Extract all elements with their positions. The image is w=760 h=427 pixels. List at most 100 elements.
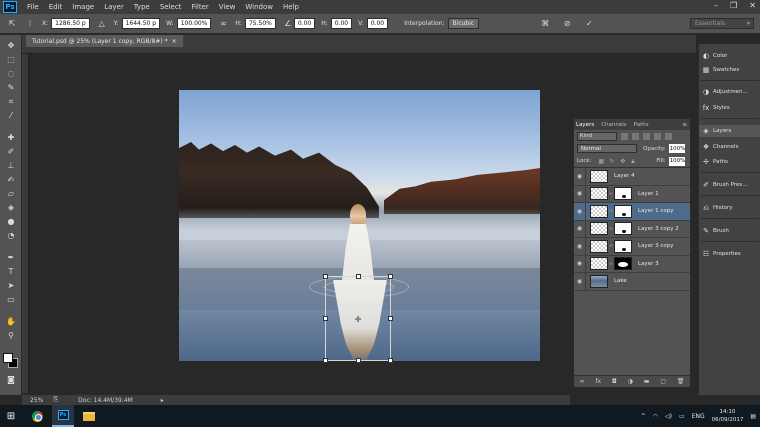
layer-mask-thumbnail[interactable] bbox=[614, 222, 632, 236]
menu-help[interactable]: Help bbox=[283, 3, 299, 11]
lock-all-icon[interactable]: 🔒︎ bbox=[631, 158, 638, 165]
clock[interactable]: 14:10 06/09/2017 bbox=[712, 408, 744, 424]
menu-view[interactable]: View bbox=[219, 3, 236, 11]
visibility-eye-icon[interactable]: ◉ bbox=[574, 185, 586, 203]
dock-item-color[interactable]: ◐ Color bbox=[699, 50, 760, 62]
free-transform-box[interactable]: ✛ bbox=[323, 274, 393, 363]
new-layer-icon[interactable]: ▢ bbox=[660, 378, 666, 385]
height-input[interactable]: 75.50% bbox=[244, 18, 276, 29]
reference-point-crosshair-icon[interactable]: ✛ bbox=[354, 316, 362, 324]
v-skew-input[interactable]: 0.00 bbox=[366, 18, 389, 29]
layer-row[interactable]: ◉ ∞ Layer 3 copy 2 bbox=[574, 220, 690, 238]
tab-layers[interactable]: Layers bbox=[576, 122, 594, 128]
minimize-button[interactable]: – bbox=[714, 1, 718, 10]
y-position-input[interactable]: 1644.50 p bbox=[121, 18, 161, 29]
layer-thumbnail[interactable] bbox=[590, 204, 608, 218]
lasso-tool-icon[interactable]: ◌ bbox=[4, 67, 18, 80]
angle-input[interactable]: 0.00 bbox=[293, 18, 316, 29]
type-tool-icon[interactable]: T bbox=[4, 265, 18, 278]
adjustment-layer-icon[interactable]: ◑ bbox=[628, 378, 633, 385]
transform-handle-top[interactable] bbox=[356, 274, 361, 279]
eraser-tool-icon[interactable]: ▱ bbox=[4, 187, 18, 200]
shape-filter-icon[interactable] bbox=[654, 132, 661, 140]
dock-item-swatches[interactable]: ▦ Swatches bbox=[699, 64, 760, 76]
layer-row[interactable]: ◉ ∞ Layer 1 bbox=[574, 185, 690, 203]
layer-row[interactable]: ◉ ∞ Layer 1 copy bbox=[574, 202, 690, 221]
hand-tool-icon[interactable]: ✋ bbox=[4, 315, 18, 328]
horizontal-ruler[interactable] bbox=[22, 47, 696, 54]
move-tool-preset-icon[interactable]: ⇱ bbox=[6, 18, 18, 30]
relative-position-icon[interactable]: △ bbox=[96, 18, 108, 30]
warp-mode-icon[interactable]: ⌘ bbox=[539, 18, 551, 30]
layer-row[interactable]: ◉ Lake bbox=[574, 272, 690, 291]
layer-thumbnail[interactable] bbox=[590, 169, 608, 183]
shape-tool-icon[interactable]: ▭ bbox=[4, 293, 18, 306]
commit-transform-icon[interactable]: ✓ bbox=[583, 18, 595, 30]
lock-position-icon[interactable]: ✥ bbox=[620, 158, 627, 165]
dock-item-history[interactable]: ⎌ History bbox=[699, 202, 760, 214]
adjustment-filter-icon[interactable] bbox=[632, 132, 639, 140]
quick-select-tool-icon[interactable]: ✎ bbox=[4, 81, 18, 94]
fill-input[interactable]: 100% bbox=[668, 156, 685, 166]
lock-image-icon[interactable]: ✎ bbox=[609, 158, 616, 165]
visibility-eye-icon[interactable]: ◉ bbox=[574, 237, 586, 255]
link-layers-icon[interactable]: ∞ bbox=[579, 378, 584, 385]
document-tab[interactable]: Tutorial.psd @ 25% (Layer 1 copy, RGB/8#… bbox=[26, 35, 183, 47]
visibility-eye-icon[interactable]: ◉ bbox=[574, 220, 586, 238]
transform-handle-top-right[interactable] bbox=[388, 274, 393, 279]
blur-tool-icon[interactable]: ● bbox=[4, 215, 18, 228]
cancel-transform-icon[interactable]: ⊘ bbox=[561, 18, 573, 30]
battery-icon[interactable]: ▭ bbox=[679, 413, 685, 420]
interpolation-select[interactable]: Bicubic bbox=[447, 18, 480, 29]
transform-handle-left[interactable] bbox=[323, 316, 328, 321]
new-group-icon[interactable]: ▬ bbox=[644, 378, 650, 385]
dock-item-brush[interactable]: ✎ Brush bbox=[699, 225, 760, 237]
dock-item-layers[interactable]: ◈ Layers bbox=[699, 125, 760, 137]
path-selection-tool-icon[interactable]: ➤ bbox=[4, 279, 18, 292]
delete-layer-icon[interactable]: 🗑︎ bbox=[677, 378, 685, 385]
width-input[interactable]: 100.00% bbox=[176, 18, 212, 29]
close-window-button[interactable]: ✕ bbox=[749, 1, 756, 10]
layer-thumbnail[interactable] bbox=[590, 222, 608, 236]
menu-select[interactable]: Select bbox=[160, 3, 182, 11]
volume-icon[interactable]: ◁) bbox=[665, 413, 672, 420]
taskbar-photoshop[interactable]: Ps bbox=[52, 405, 74, 427]
visibility-eye-icon[interactable]: ◉ bbox=[574, 167, 586, 185]
layer-thumbnail[interactable] bbox=[590, 187, 608, 201]
clone-stamp-tool-icon[interactable]: ⊥ bbox=[4, 159, 18, 172]
visibility-eye-icon[interactable]: ◉ bbox=[574, 272, 586, 290]
marquee-tool-icon[interactable]: ⬚ bbox=[4, 53, 18, 66]
transform-handle-bottom-left[interactable] bbox=[323, 358, 328, 363]
menu-image[interactable]: Image bbox=[72, 3, 94, 11]
menu-file[interactable]: File bbox=[27, 3, 39, 11]
network-icon[interactable]: ◠ bbox=[653, 413, 658, 420]
reference-point-icon[interactable]: ⁝ bbox=[24, 18, 36, 30]
type-filter-icon[interactable] bbox=[643, 132, 650, 140]
show-hidden-icons-icon[interactable]: ^ bbox=[641, 413, 646, 420]
layer-thumbnail[interactable] bbox=[590, 257, 608, 271]
add-mask-icon[interactable]: ◘ bbox=[612, 378, 617, 385]
transform-handle-bottom[interactable] bbox=[356, 358, 361, 363]
foreground-color-swatch[interactable] bbox=[3, 353, 13, 363]
vertical-ruler[interactable] bbox=[22, 54, 29, 393]
crop-tool-icon[interactable]: ⌗ bbox=[4, 95, 18, 108]
layer-mask-thumbnail[interactable] bbox=[614, 239, 632, 253]
panel-menu-icon[interactable]: ≡ bbox=[682, 122, 687, 128]
dock-item-paths[interactable]: ✢ Paths bbox=[699, 156, 760, 168]
pen-tool-icon[interactable]: ✒ bbox=[4, 251, 18, 264]
dock-item-properties[interactable]: ☷ Properties bbox=[699, 248, 760, 260]
dodge-tool-icon[interactable]: ◔ bbox=[4, 229, 18, 242]
transform-handle-right[interactable] bbox=[388, 316, 393, 321]
zoom-tool-icon[interactable]: ⚲ bbox=[4, 329, 18, 342]
move-tool-icon[interactable]: ✥ bbox=[4, 39, 18, 52]
layer-thumbnail[interactable] bbox=[590, 274, 608, 288]
link-icon[interactable]: ∞ bbox=[217, 18, 229, 30]
taskbar-chrome[interactable] bbox=[26, 405, 48, 427]
workspace-select[interactable]: Essentials ▾ bbox=[690, 18, 754, 29]
layer-row[interactable]: ◉ ∞ Layer 3 bbox=[574, 255, 690, 273]
visibility-eye-icon[interactable]: ◉ bbox=[574, 255, 586, 273]
layer-row[interactable]: ◉ Layer 4 bbox=[574, 167, 690, 186]
maximize-button[interactable]: ❐ bbox=[730, 1, 737, 10]
h-skew-input[interactable]: 0.00 bbox=[330, 18, 353, 29]
dock-item-adjustments[interactable]: ◑ Adjustmen... bbox=[699, 86, 760, 98]
